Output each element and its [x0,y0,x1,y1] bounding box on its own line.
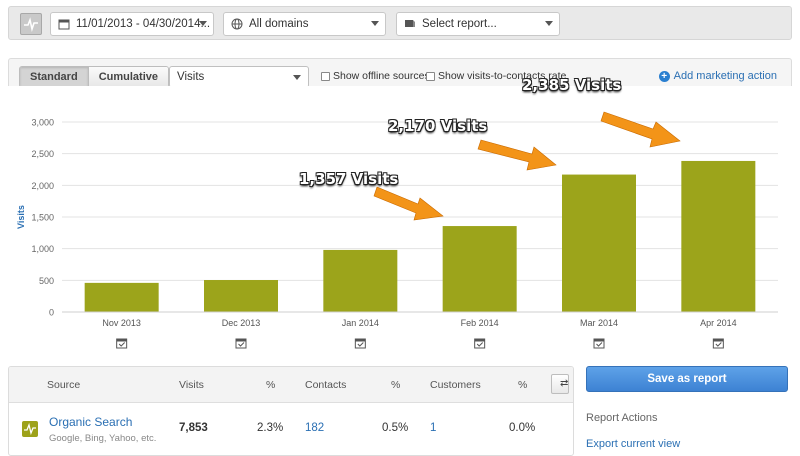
arrow-apr [600,111,681,148]
arrow-feb [373,186,444,221]
callout-feb: 1,357 Visits [299,170,399,188]
customers-pct-value: 0.0% [509,422,536,434]
sources-table: Source Visits % Contacts % Customers % ⇄… [8,366,574,456]
col-visits-pct[interactable]: % [266,379,275,391]
visits-value: 7,853 [179,422,208,434]
swap-columns-button[interactable]: ⇄ [551,374,569,394]
swap-icon: ⇄ [560,378,569,389]
col-customers[interactable]: Customers [430,379,481,391]
customers-link[interactable]: 1 [430,422,436,434]
col-contacts-pct[interactable]: % [391,379,400,391]
table-header: Source Visits % Contacts % Customers % ⇄ [9,367,573,403]
contacts-pct-value: 0.5% [382,422,409,434]
col-customers-pct[interactable]: % [518,379,527,391]
col-visits[interactable]: Visits [179,379,204,391]
callout-apr: 2,385 Visits [522,76,622,94]
save-as-report-button[interactable]: Save as report [586,366,788,392]
col-source[interactable]: Source [47,379,80,391]
source-description: Google, Bing, Yahoo, etc. [49,433,157,444]
table-row[interactable]: Organic Search Google, Bing, Yahoo, etc.… [9,404,573,455]
contacts-link[interactable]: 182 [305,422,324,434]
arrow-mar [477,139,557,171]
visits-pct-value: 2.3% [257,422,284,434]
col-contacts[interactable]: Contacts [305,379,346,391]
callout-mar: 2,170 Visits [388,117,488,135]
pulse-icon [22,421,38,437]
report-actions-title: Report Actions [586,412,658,424]
source-link[interactable]: Organic Search [49,415,132,429]
export-current-view-link[interactable]: Export current view [586,438,680,450]
